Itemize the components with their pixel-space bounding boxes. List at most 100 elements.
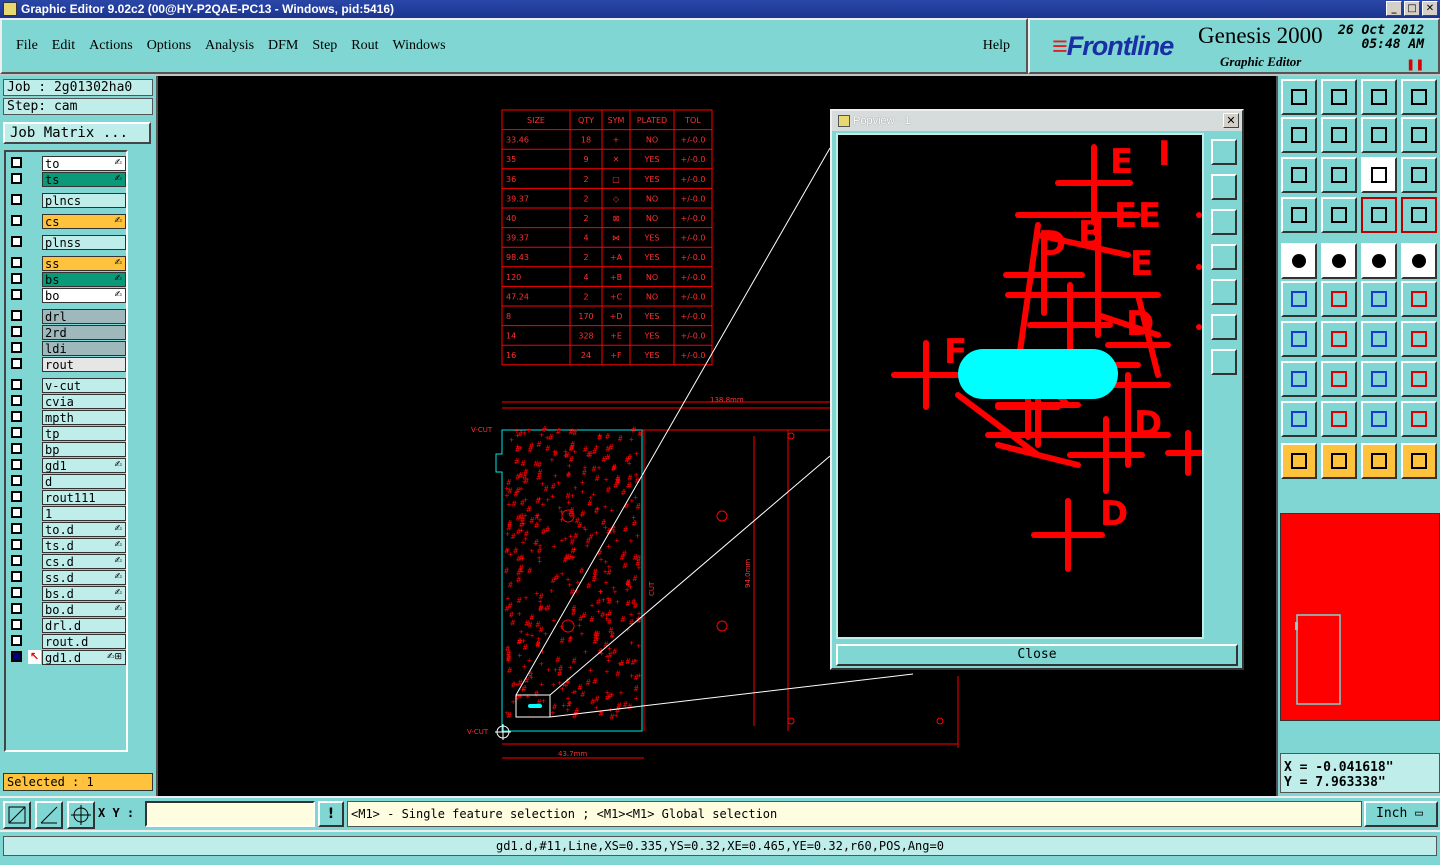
layer-row-to-d[interactable]: to.d ✍ (8, 522, 126, 537)
layer-name[interactable]: gd1 ✍ (42, 458, 126, 473)
layer-row-drl[interactable]: drl (8, 309, 126, 324)
select-dot-icon[interactable] (1401, 243, 1437, 279)
line-select-icon[interactable] (1321, 361, 1357, 397)
layer-row-cvia[interactable]: cvia (8, 394, 126, 409)
layer-row-ts-d[interactable]: ts.d ✍ (8, 538, 126, 553)
layer-name[interactable]: plncs (42, 193, 126, 208)
layer-name[interactable]: rout.d (42, 634, 126, 649)
layer-row-cs[interactable]: cs ✍ (8, 214, 126, 229)
layer-checkbox[interactable] (11, 289, 22, 300)
layer-name[interactable]: v-cut (42, 378, 126, 393)
layer-name[interactable]: gd1.d ✍⊞ (42, 650, 126, 665)
layer-name[interactable]: cs.d ✍ (42, 554, 126, 569)
help-icon[interactable] (1401, 157, 1437, 193)
pointer-icon[interactable] (1281, 443, 1317, 479)
layer-name[interactable]: d (42, 474, 126, 489)
layer-name[interactable]: ss ✍ (42, 256, 126, 271)
popview-window[interactable]: Popview - 1 ✕ EIEEEDDDDBF Close (830, 109, 1244, 670)
zoom-window-icon[interactable] (3, 801, 31, 829)
layer-checkbox[interactable] (11, 342, 22, 353)
layer-checkbox[interactable] (11, 157, 22, 168)
snake-icon[interactable] (1401, 117, 1437, 153)
resize-icon[interactable] (1281, 157, 1317, 193)
layer-name[interactable]: cvia (42, 394, 126, 409)
pause-icon[interactable]: ❚❚ (1406, 58, 1424, 71)
layer-checkbox[interactable] (11, 635, 22, 646)
layer-checkbox[interactable] (11, 173, 22, 184)
mirror-icon[interactable] (1361, 117, 1397, 153)
layer-checkbox[interactable] (11, 459, 22, 470)
add-pad-icon[interactable] (1281, 243, 1317, 279)
ruler-icon[interactable] (1361, 243, 1397, 279)
menu-actions[interactable]: Actions (89, 38, 133, 54)
layer-name[interactable]: 2rd (42, 325, 126, 340)
layer-row-cs-d[interactable]: cs.d ✍ (8, 554, 126, 569)
layer-row-v-cut[interactable]: v-cut (8, 378, 126, 393)
layer-checkbox[interactable] (11, 379, 22, 390)
layer-row-gd1[interactable]: gd1 ✍ (8, 458, 126, 473)
popview-close-icon[interactable]: ✕ (1223, 113, 1239, 128)
popview-zoom-icon[interactable] (1211, 139, 1237, 165)
layer-name[interactable]: bs ✍ (42, 272, 126, 287)
layer-name[interactable]: bs.d ✍ (42, 586, 126, 601)
layer-row-bo-d[interactable]: bo.d ✍ (8, 602, 126, 617)
mirror-f-icon[interactable] (1401, 321, 1437, 357)
layer-checkbox[interactable] (11, 358, 22, 369)
layer-row-bp[interactable]: bp (8, 442, 126, 457)
layer-name[interactable]: bo.d ✍ (42, 602, 126, 617)
warning-icon[interactable]: ! (318, 801, 344, 827)
layer-row-to[interactable]: to ✍ (8, 156, 126, 171)
layer-row-d[interactable]: d (8, 474, 126, 489)
layer-row-bs[interactable]: bs ✍ (8, 272, 126, 287)
layer-checkbox[interactable] (11, 475, 22, 486)
layer-name[interactable]: mpth (42, 410, 126, 425)
layer-row-bs-d[interactable]: bs.d ✍ (8, 586, 126, 601)
layer-row-ss-d[interactable]: ss.d ✍ (8, 570, 126, 585)
triangle-arrow-icon[interactable] (1321, 401, 1357, 437)
layer-row-ss[interactable]: ss ✍ (8, 256, 126, 271)
layer-row-plnss[interactable]: plnss (8, 235, 126, 250)
angle-icon[interactable] (1281, 321, 1317, 357)
layer-checkbox[interactable] (11, 491, 22, 502)
net-compare-icon[interactable] (1401, 197, 1437, 233)
layer-row-ts[interactable]: ts ✍ (8, 172, 126, 187)
layer-checkbox[interactable] (11, 395, 22, 406)
menu-analysis[interactable]: Analysis (205, 38, 254, 54)
move-down-icon[interactable] (1321, 79, 1357, 115)
layer-name[interactable]: rout (42, 357, 126, 372)
layer-name[interactable]: to.d ✍ (42, 522, 126, 537)
layer-checkbox[interactable] (11, 194, 22, 205)
cross-node-icon[interactable] (1321, 281, 1357, 317)
layer-name[interactable]: rout111 (42, 490, 126, 505)
layer-row-1[interactable]: 1 (8, 506, 126, 521)
arc-icon[interactable] (1361, 321, 1397, 357)
layer-checkbox[interactable] (11, 443, 22, 454)
close-window-button[interactable]: ✕ (1422, 1, 1438, 16)
menu-edit[interactable]: Edit (52, 38, 75, 54)
move-node-alt-icon[interactable] (1401, 281, 1437, 317)
maximize-button[interactable]: □ (1404, 1, 1420, 16)
layer-name[interactable]: ldi (42, 341, 126, 356)
menu-step[interactable]: Step (312, 38, 337, 54)
pointer-box-icon[interactable] (1321, 443, 1357, 479)
pointer-select-icon[interactable] (1361, 443, 1397, 479)
layer-name[interactable]: drl (42, 309, 126, 324)
layer-checkbox[interactable] (11, 427, 22, 438)
measure-icon[interactable] (35, 801, 63, 829)
menu-dfm[interactable]: DFM (268, 38, 298, 54)
shift-right-icon[interactable] (1321, 117, 1357, 153)
layer-row-tp[interactable]: tp (8, 426, 126, 441)
popview-pan-left-icon[interactable] (1211, 244, 1237, 270)
shift-left-icon[interactable] (1281, 117, 1317, 153)
layer-row-2rd[interactable]: 2rd (8, 325, 126, 340)
layer-name[interactable]: ts ✍ (42, 172, 126, 187)
add-line-icon[interactable] (1321, 243, 1357, 279)
layer-name[interactable]: to ✍ (42, 156, 126, 171)
grid-snap-icon[interactable] (67, 801, 95, 829)
menu-rout[interactable]: Rout (351, 38, 378, 54)
layer-row-ldi[interactable]: ldi (8, 341, 126, 356)
layer-name[interactable]: cs ✍ (42, 214, 126, 229)
move-up-icon[interactable] (1281, 79, 1317, 115)
layer-checkbox[interactable] (11, 507, 22, 518)
layer-row-gd1-d[interactable]: ↖ gd1.d ✍⊞ (8, 650, 126, 665)
